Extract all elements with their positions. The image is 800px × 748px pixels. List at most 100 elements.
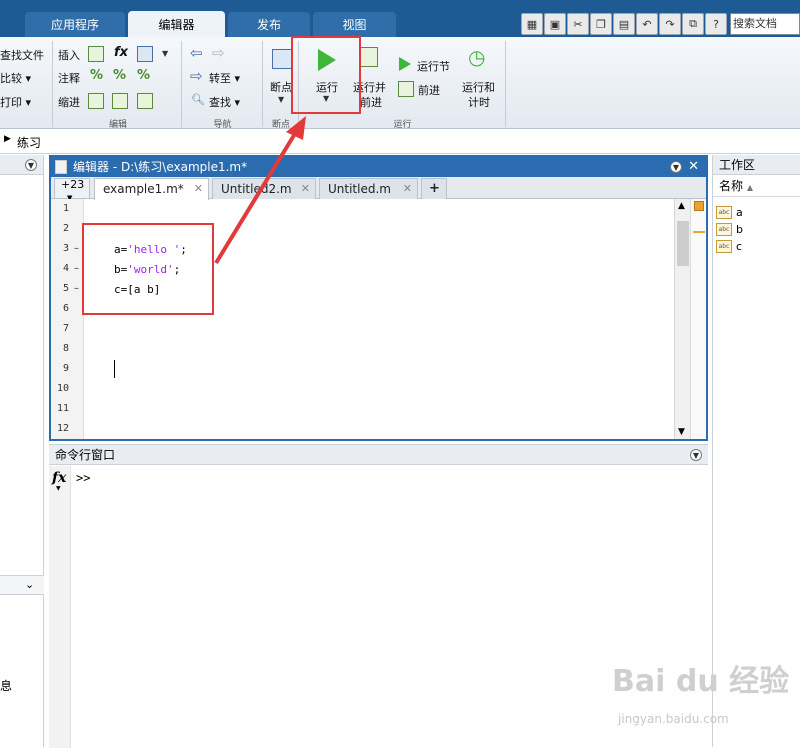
copy-icon[interactable]: ❐ [590, 13, 612, 35]
breadcrumb-arrow-icon[interactable]: ▶ [4, 134, 11, 144]
workspace-variable[interactable]: abc a [716, 204, 743, 220]
compare-label: 比较 [0, 72, 22, 85]
editor-tab-example1[interactable]: example1.m* ✕ [94, 178, 209, 200]
char-variable-icon: abc [716, 239, 732, 253]
undo-icon[interactable]: ↶ [636, 13, 658, 35]
paste-icon[interactable]: ▤ [613, 13, 635, 35]
code-analyzer-status-icon[interactable] [694, 201, 704, 211]
insert-section-icon[interactable] [88, 46, 104, 62]
command-prompt[interactable]: >> [76, 471, 90, 485]
wrap-comments-icon[interactable]: % [137, 68, 150, 83]
scroll-up-icon[interactable]: ▲ [678, 201, 685, 211]
search-documentation-input[interactable]: 搜索文档 [730, 13, 800, 35]
details-header: ⌄ [0, 575, 44, 595]
workspace-name-column-header[interactable]: 名称 ▲ [713, 175, 800, 197]
goto-button[interactable]: 转至 ▾ [209, 70, 240, 86]
save-icon[interactable]: ▣ [544, 13, 566, 35]
layout-icon[interactable]: ▦ [521, 13, 543, 35]
insert-function-icon[interactable] [137, 46, 153, 62]
breadcrumb: ▶ 练习 [0, 130, 800, 154]
indent-label: 缩进 [58, 96, 80, 109]
chevron-down-icon: ▼ [56, 485, 61, 492]
compare-button[interactable]: 比较 ▾ [0, 70, 31, 86]
chevron-down-icon[interactable]: ▼ [278, 95, 284, 104]
help-icon[interactable]: ? [705, 13, 727, 35]
scrollbar-thumb[interactable] [677, 221, 689, 266]
print-label: 打印 [0, 96, 22, 109]
scroll-down-icon[interactable]: ▼ [678, 427, 685, 437]
chevron-down-icon[interactable]: ⌄ [25, 578, 34, 591]
run-section-button[interactable]: 运行节 [417, 58, 450, 74]
line-number: 8 [62, 343, 69, 354]
close-icon[interactable]: ✕ [194, 179, 203, 199]
add-tab-icon: + [429, 181, 440, 196]
find-button[interactable]: 查找 ▾ [209, 94, 240, 110]
tab-navigator-button[interactable]: +23 ▼ [54, 178, 90, 202]
chevron-down-icon: ▾ [25, 96, 32, 109]
editor-tab-untitled[interactable]: Untitled.m ✕ [319, 178, 418, 199]
run-and-time-button[interactable]: 运行和 [462, 79, 495, 95]
breakpoints-icon[interactable] [272, 49, 292, 69]
decrease-indent-icon[interactable] [137, 93, 153, 109]
cut-icon[interactable]: ✂ [567, 13, 589, 35]
chevron-down-icon: ▾ [234, 96, 241, 109]
editor-tab-label: Untitled.m [328, 182, 391, 196]
command-window-menu-icon[interactable]: ▼ [690, 449, 702, 461]
workspace-variable[interactable]: abc c [716, 238, 742, 254]
workspace-variable[interactable]: abc b [716, 221, 743, 237]
breakpoint-dash[interactable]: – [74, 243, 79, 254]
current-folder-panel: ▼ ⌄ 息 [0, 155, 44, 747]
column-header-label: 名称 [719, 179, 744, 193]
uncomment-icon[interactable]: % [113, 68, 126, 83]
advance-icon[interactable] [398, 81, 414, 97]
tab-editor[interactable]: 编辑器 [128, 11, 225, 37]
switch-windows-icon[interactable]: ⧉ [682, 13, 704, 35]
breadcrumb-folder[interactable]: 练习 [17, 134, 41, 151]
back-icon[interactable]: ⇦ [190, 45, 203, 61]
breakpoint-dash[interactable]: – [74, 283, 79, 294]
find-files-button[interactable]: 查找文件 [0, 47, 44, 63]
fx-button[interactable]: fx [114, 45, 128, 60]
sort-ascending-icon: ▲ [746, 183, 753, 192]
tab-publish[interactable]: 发布 [228, 12, 310, 37]
watermark-url: jingyan.baidu.com [618, 712, 729, 726]
print-button[interactable]: 打印 ▾ [0, 94, 31, 110]
tab-publish-label: 发布 [256, 18, 281, 32]
toolstrip-tabs: 应用程序 编辑器 发布 视图 ▦ ▣ ✂ ❐ ▤ ↶ ↷ ⧉ ? 搜索文档 [0, 0, 800, 37]
new-tab-button[interactable]: + [421, 178, 447, 199]
goto-icon[interactable]: ⇨ [190, 68, 203, 84]
tab-apps[interactable]: 应用程序 [25, 12, 125, 37]
close-icon[interactable]: ✕ [688, 157, 699, 177]
warning-marker[interactable] [693, 231, 705, 233]
editor-menu-icon[interactable]: ▼ [670, 161, 682, 173]
smart-indent-icon[interactable] [88, 93, 104, 109]
chevron-down-icon[interactable]: ▼ [162, 49, 168, 58]
breakpoints-button[interactable]: 断点 [270, 79, 292, 95]
variable-name: c [736, 239, 743, 253]
panel-menu-icon[interactable]: ▼ [25, 159, 37, 171]
redo-icon[interactable]: ↷ [659, 13, 681, 35]
find-icon[interactable]: 🔍︎ [191, 93, 205, 106]
run-and-time-icon[interactable]: ◷ [468, 45, 485, 69]
chevron-down-icon: ▾ [234, 72, 241, 85]
close-icon[interactable]: ✕ [301, 179, 310, 199]
breakpoint-dash[interactable]: – [74, 263, 79, 274]
divider [181, 41, 182, 127]
tab-view[interactable]: 视图 [313, 12, 396, 37]
editor-title: 编辑器 - D:\练习\example1.m* [73, 160, 248, 174]
comment-percent-icon[interactable]: % [90, 68, 103, 83]
editor-tab-untitled2[interactable]: Untitled2.m ✕ [212, 178, 316, 199]
vertical-scrollbar[interactable]: ▲ ▼ [674, 199, 690, 439]
run-and-advance-line2: 前进 [360, 96, 382, 109]
increase-indent-icon[interactable] [112, 93, 128, 109]
close-icon[interactable]: ✕ [403, 179, 412, 199]
command-window-title-bar: 命令行窗口 ▼ [49, 445, 708, 465]
run-and-advance-icon[interactable] [360, 47, 378, 67]
edit-group-label: 编辑 [108, 120, 127, 130]
forward-icon[interactable]: ⇨ [212, 45, 225, 61]
char-variable-icon: abc [716, 205, 732, 219]
run-section-icon[interactable] [399, 57, 411, 71]
advance-button[interactable]: 前进 [418, 82, 440, 98]
function-browser-button[interactable]: fx [52, 470, 66, 486]
find-label: 查找 [209, 96, 231, 109]
